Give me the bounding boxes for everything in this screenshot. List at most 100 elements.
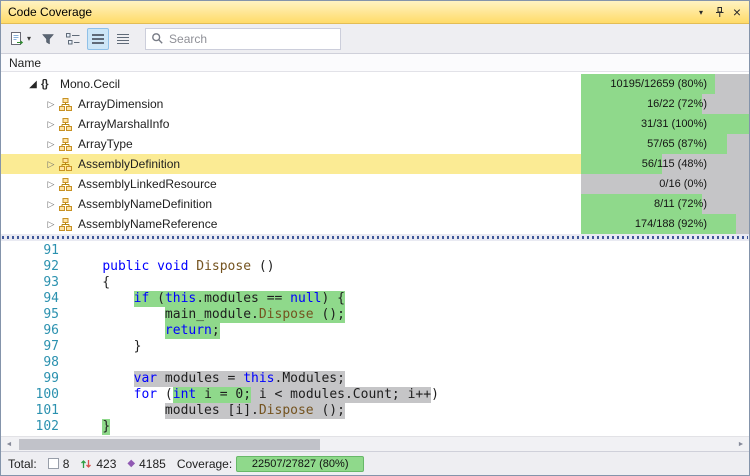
expander-icon[interactable]: ▷	[43, 139, 59, 150]
tree-row[interactable]: ▷ {} ArrayType 57/65 (87%)	[1, 134, 749, 154]
grouped-list-icon	[65, 31, 81, 47]
line-number: 101	[1, 403, 59, 419]
line-number: 92	[1, 259, 59, 275]
line-code[interactable]: public void Dispose ()	[59, 259, 275, 275]
titlebar[interactable]: Code Coverage ▾ ×	[1, 1, 749, 24]
coverage-bar: 31/31 (100%)	[581, 114, 749, 134]
coverage-bar-text: 174/188 (92%)	[635, 214, 707, 234]
diamond-icon: ◆	[127, 459, 135, 469]
line-code[interactable]	[59, 243, 71, 259]
coverage-bar: 56/115 (48%)	[581, 154, 749, 174]
assemblies-count: 8	[63, 457, 70, 471]
line-code[interactable]: for (int i = 0; i < modules.Count; i++)	[59, 387, 439, 403]
close-icon: ×	[733, 5, 741, 19]
coverage-bar: 57/65 (87%)	[581, 134, 749, 154]
class-icon	[59, 158, 78, 171]
tree-row[interactable]: ▷ {} AssemblyNameDefinition 8/11 (72%)	[1, 194, 749, 214]
coverage-bar-text: 8/11 (72%)	[654, 194, 707, 214]
line-number: 93	[1, 275, 59, 291]
line-code[interactable]: }	[59, 339, 141, 355]
row-label: AssemblyLinkedResource	[78, 177, 581, 191]
scrollbar-track[interactable]	[17, 438, 733, 451]
expander-icon[interactable]: ▷	[43, 199, 59, 210]
arrow-left-icon: ◄	[6, 441, 13, 448]
row-label: AssemblyNameDefinition	[78, 197, 581, 211]
window-title: Code Coverage	[8, 5, 692, 19]
coverage-bar-text: 16/22 (72%)	[647, 94, 707, 114]
pin-icon	[713, 6, 726, 19]
class-icon	[59, 218, 78, 231]
coverage-bar: 8/11 (72%)	[581, 194, 749, 214]
filter-button[interactable]	[37, 28, 59, 50]
line-code[interactable]: if (this.modules == null) {	[59, 291, 345, 307]
tree-row[interactable]: ▷ {} AssemblyNameReference 174/188 (92%)	[1, 214, 749, 234]
close-button[interactable]: ×	[728, 4, 746, 21]
tree-row[interactable]: ▷ {} ArrayMarshalInfo 31/31 (100%)	[1, 114, 749, 134]
code-line: 92 public void Dispose ()	[1, 259, 749, 275]
code-line: 99 var modules = this.Modules;	[1, 371, 749, 387]
line-number: 95	[1, 307, 59, 323]
line-number: 94	[1, 291, 59, 307]
expander-icon[interactable]: ▷	[43, 179, 59, 190]
line-code[interactable]: }	[59, 419, 110, 435]
tree-row[interactable]: ▷ {} AssemblyDefinition 56/115 (48%)	[1, 154, 749, 174]
details-view-button[interactable]	[112, 28, 134, 50]
class-icon	[59, 118, 78, 131]
coverage-bar-text: 57/65 (87%)	[647, 134, 707, 154]
grouped-view-button[interactable]	[62, 28, 84, 50]
expander-icon[interactable]: ▷	[43, 159, 59, 170]
class-icon	[59, 98, 78, 111]
name-column-label: Name	[9, 56, 41, 70]
tree-row[interactable]: ◢ {} Mono.Cecil 10195/12659 (80%)	[1, 74, 749, 94]
search-input[interactable]	[169, 32, 335, 46]
expander-icon[interactable]: ▷	[43, 99, 59, 110]
expander-icon[interactable]: ▷	[43, 219, 59, 230]
class-icon	[59, 138, 78, 151]
pane-splitter[interactable]	[1, 234, 749, 241]
expander-icon[interactable]: ◢	[25, 79, 41, 90]
line-code[interactable]	[59, 355, 71, 371]
namespace-icon: {}	[41, 78, 60, 90]
code-line: 98	[1, 355, 749, 371]
line-number: 100	[1, 387, 59, 403]
box-icon	[48, 458, 59, 469]
pin-button[interactable]	[710, 4, 728, 21]
coverage-bar-text: 56/115 (48%)	[642, 154, 707, 174]
code-line: 100 for (int i = 0; i < modules.Count; i…	[1, 387, 749, 403]
coverage-bar-text: 10195/12659 (80%)	[610, 74, 707, 94]
search-icon	[151, 32, 164, 45]
line-code[interactable]: var modules = this.Modules;	[59, 371, 345, 387]
expander-icon[interactable]: ▷	[43, 119, 59, 130]
line-number: 97	[1, 339, 59, 355]
methods-count: 4185	[139, 457, 166, 471]
row-label: ArrayDimension	[78, 97, 581, 111]
row-label: AssemblyDefinition	[78, 157, 581, 171]
tree-row[interactable]: ▷ {} AssemblyLinkedResource 0/16 (0%)	[1, 174, 749, 194]
tree-row[interactable]: ▷ {} ArrayDimension 16/22 (72%)	[1, 94, 749, 114]
chevron-down-icon: ▾	[699, 8, 703, 17]
statusbar: Total: 8 423 ◆ 4185 Coverage: 22507/2782…	[1, 451, 749, 475]
chevron-down-icon: ▾	[27, 34, 31, 43]
row-label: ArrayType	[78, 137, 581, 151]
report-icon	[9, 31, 25, 47]
line-code[interactable]: main_module.Dispose ();	[59, 307, 345, 323]
scrollbar-thumb[interactable]	[19, 439, 320, 450]
line-code[interactable]: return;	[59, 323, 220, 339]
name-column-header[interactable]: Name	[1, 53, 749, 72]
coverage-bar: 0/16 (0%)	[581, 174, 749, 194]
code-coverage-window: Code Coverage ▾ × ▾	[0, 0, 750, 476]
scroll-right-button[interactable]: ►	[733, 441, 749, 448]
filter-icon	[41, 32, 55, 46]
export-report-button[interactable]: ▾	[6, 28, 34, 50]
total-label: Total:	[8, 457, 37, 471]
line-code[interactable]: modules [i].Dispose ();	[59, 403, 345, 419]
line-number: 91	[1, 243, 59, 259]
horizontal-scrollbar[interactable]: ◄ ►	[1, 436, 749, 451]
line-code[interactable]: {	[59, 275, 110, 291]
list-view-button[interactable]	[87, 28, 109, 50]
window-menu-button[interactable]: ▾	[692, 4, 710, 21]
code-line: 101 modules [i].Dispose ();	[1, 403, 749, 419]
toolbar: ▾	[1, 24, 749, 53]
coverage-bar-text: 0/16 (0%)	[659, 174, 707, 194]
scroll-left-button[interactable]: ◄	[1, 441, 17, 448]
